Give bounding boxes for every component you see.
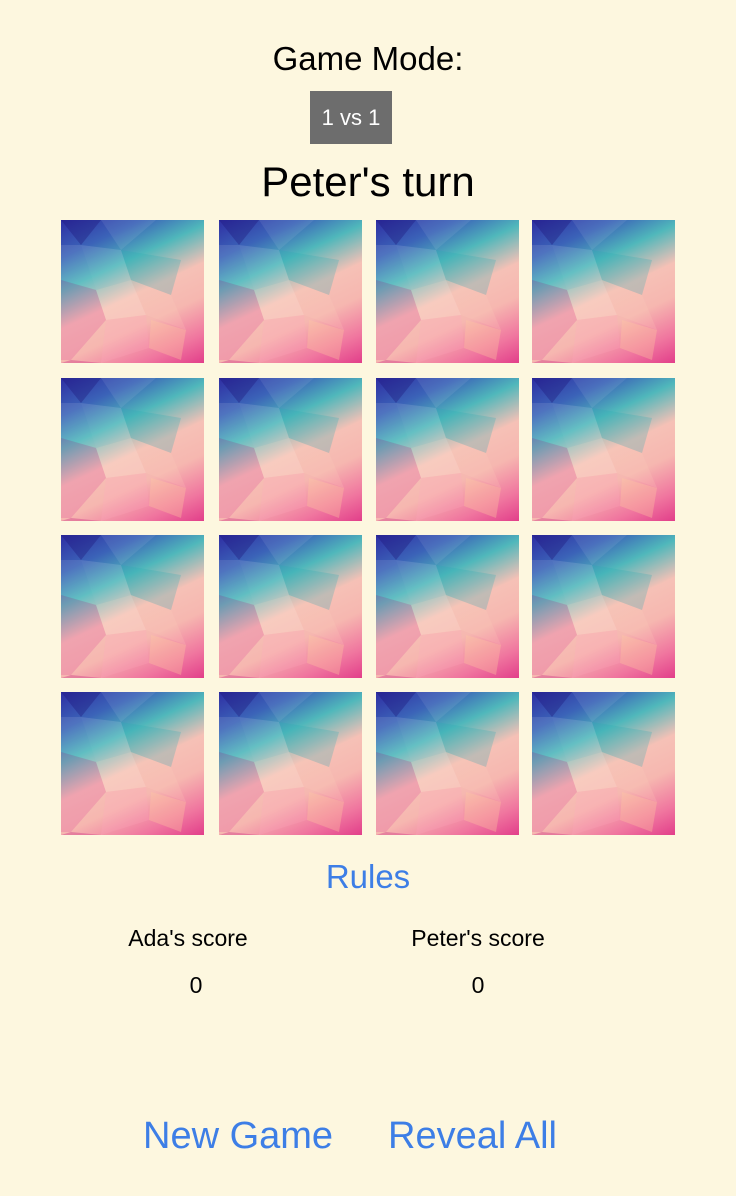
memory-card[interactable] bbox=[219, 692, 362, 835]
card-back-pattern bbox=[61, 220, 186, 363]
memory-card[interactable] bbox=[61, 692, 204, 835]
memory-card[interactable] bbox=[376, 378, 519, 521]
ada-score-label: Ada's score bbox=[128, 925, 248, 951]
game-mode-button[interactable]: 1 vs 1 bbox=[310, 91, 392, 144]
memory-card[interactable] bbox=[376, 535, 519, 678]
peter-score-label: Peter's score bbox=[411, 925, 545, 951]
memory-card[interactable] bbox=[219, 535, 362, 678]
turn-indicator: Peter's turn bbox=[261, 158, 475, 205]
ada-score-value: 0 bbox=[189, 972, 203, 998]
memory-card[interactable] bbox=[532, 220, 675, 363]
memory-card[interactable] bbox=[61, 378, 204, 521]
memory-card[interactable] bbox=[61, 535, 204, 678]
card-back-pattern bbox=[532, 378, 657, 521]
card-back-pattern bbox=[219, 535, 344, 678]
card-back-pattern bbox=[61, 535, 186, 678]
card-back-pattern bbox=[532, 692, 657, 835]
memory-card[interactable] bbox=[532, 378, 675, 521]
card-back-pattern bbox=[376, 378, 501, 521]
card-back-pattern bbox=[219, 378, 344, 521]
card-back-pattern bbox=[376, 220, 501, 363]
card-back-pattern bbox=[376, 535, 501, 678]
card-back-pattern bbox=[219, 220, 344, 363]
memory-card[interactable] bbox=[532, 535, 675, 678]
card-back-pattern bbox=[219, 692, 344, 835]
reveal-all-button[interactable]: Reveal All bbox=[388, 1112, 557, 1160]
game-mode-label: Game Mode: bbox=[272, 40, 464, 77]
card-back-pattern bbox=[61, 692, 186, 835]
memory-card[interactable] bbox=[532, 692, 675, 835]
memory-card[interactable] bbox=[219, 220, 362, 363]
memory-card[interactable] bbox=[61, 220, 204, 363]
card-grid bbox=[61, 220, 675, 835]
new-game-button[interactable]: New Game bbox=[143, 1112, 333, 1160]
rules-link[interactable]: Rules bbox=[0, 857, 736, 897]
card-back-pattern bbox=[376, 692, 501, 835]
card-back-pattern bbox=[532, 220, 657, 363]
card-back-pattern bbox=[61, 378, 186, 521]
memory-card[interactable] bbox=[376, 692, 519, 835]
memory-card[interactable] bbox=[376, 220, 519, 363]
peter-score-value: 0 bbox=[471, 972, 485, 998]
memory-card[interactable] bbox=[219, 378, 362, 521]
card-back-pattern bbox=[532, 535, 657, 678]
